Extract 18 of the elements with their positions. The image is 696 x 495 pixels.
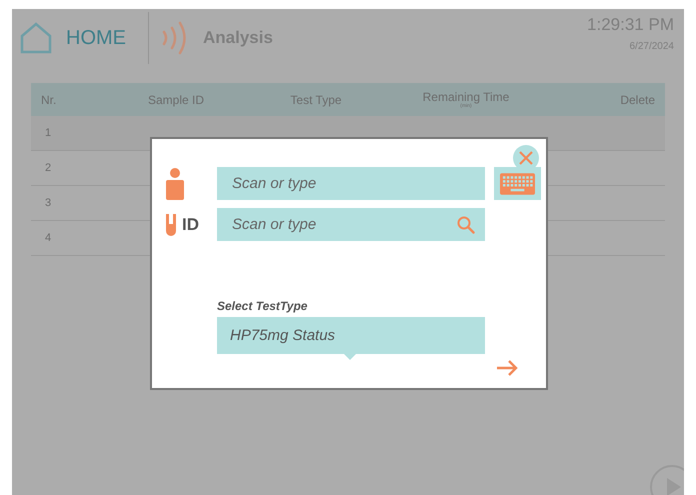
row-number: 4: [45, 232, 52, 244]
pointer-icon: [344, 354, 356, 360]
search-icon: [457, 216, 475, 234]
id-label: ID: [182, 214, 199, 234]
row-number: 3: [45, 197, 52, 209]
close-icon: [518, 150, 534, 166]
person-icon: [166, 168, 184, 200]
input-field[interactable]: Scan or type: [217, 167, 485, 200]
keyboard-icon: [500, 172, 535, 194]
arrow-right-icon: [496, 360, 518, 376]
row-number: 1: [45, 127, 52, 139]
row-number: 2: [45, 162, 52, 174]
input-field[interactable]: Scan or type: [217, 208, 485, 241]
keyboard-button[interactable]: [494, 167, 541, 200]
select-label: Select TestType: [217, 299, 308, 313]
test-tube-icon: [166, 214, 176, 236]
next-button[interactable]: [496, 360, 518, 376]
house-icon: [20, 22, 52, 54]
